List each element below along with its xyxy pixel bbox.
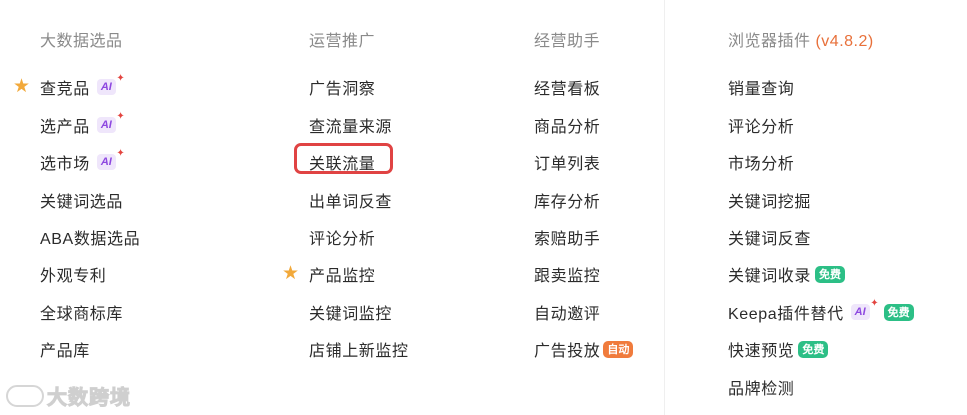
- menu-item-product-library[interactable]: 产品库: [40, 337, 90, 361]
- menu-item-label: 选产品: [40, 119, 90, 136]
- menu-item-claim-assistant[interactable]: 索赔助手: [534, 225, 600, 249]
- menu-item-design-patent[interactable]: 外观专利: [40, 262, 106, 286]
- menu-item-global-trademark[interactable]: 全球商标库: [40, 300, 123, 324]
- menu-item-keyword-indexing[interactable]: 关键词收录 免费: [728, 262, 846, 286]
- menu-item-label: 产品监控: [309, 268, 376, 285]
- free-badge: 免费: [883, 303, 914, 321]
- sparkle-icon: ✦: [116, 148, 125, 159]
- sparkle-icon: ✦: [116, 73, 125, 84]
- menu-item-label: 自动邀评: [534, 306, 601, 323]
- menu-item-label: 外观专利: [40, 268, 107, 285]
- star-icon: ★: [282, 263, 300, 284]
- menu-item-label: 全球商标库: [40, 306, 124, 323]
- column-heading: 经营助手: [534, 33, 601, 50]
- version-label: (v4.8.2): [815, 33, 874, 50]
- column-heading: 运营推广: [309, 33, 376, 50]
- menu-item-keyword-mining[interactable]: 关键词挖掘: [728, 188, 811, 212]
- menu-item-label: 快速预览: [728, 343, 795, 360]
- star-icon: ★: [13, 76, 31, 97]
- column-heading: 大数据选品: [40, 33, 123, 50]
- column-divider: [664, 0, 665, 415]
- menu-item-label: 经营看板: [534, 81, 601, 98]
- menu-item-order-keyword-lookup[interactable]: 出单词反查: [309, 188, 392, 212]
- menu-item-keyword-reverse-lookup[interactable]: 关键词反查: [728, 225, 811, 249]
- menu-item-label: 关键词挖掘: [728, 194, 812, 211]
- menu-item-select-product[interactable]: 选产品 AI ✦: [40, 111, 125, 137]
- menu-item-review-analysis[interactable]: 评论分析: [728, 113, 794, 137]
- menu-item-business-dashboard[interactable]: 经营看板: [534, 75, 600, 99]
- menu-item-sales-query[interactable]: 销量查询: [728, 75, 794, 99]
- ai-badge: AI ✦: [96, 73, 125, 95]
- free-badge: 免费: [798, 340, 829, 358]
- menu-item-inventory-analysis[interactable]: 库存分析: [534, 188, 600, 212]
- menu-item-keyword-selection[interactable]: 关键词选品: [40, 188, 123, 212]
- menu-item-label: 产品库: [40, 343, 90, 360]
- menu-item-auto-review-request[interactable]: 自动邀评: [534, 300, 600, 324]
- free-badge: 免费: [815, 265, 846, 283]
- menu-item-order-list[interactable]: 订单列表: [534, 150, 600, 174]
- menu-item-label: 广告洞察: [309, 81, 376, 98]
- menu-item-label: 查流量来源: [309, 119, 393, 136]
- menu-item-hijacker-monitor[interactable]: 跟卖监控: [534, 262, 600, 286]
- menu-item-label: 库存分析: [534, 194, 601, 211]
- menu-item-label: 广告投放: [534, 343, 601, 360]
- menu-item-label: 市场分析: [728, 156, 795, 173]
- menu-item-traffic-source[interactable]: 查流量来源: [309, 113, 392, 137]
- menu-item-label: 跟卖监控: [534, 268, 601, 285]
- highlight-box: [294, 143, 393, 174]
- menu-item-label: 评论分析: [309, 231, 376, 248]
- menu-item-label: 订单列表: [534, 156, 601, 173]
- menu-item-product-monitor[interactable]: ★ 产品监控: [282, 262, 376, 286]
- menu-item-related-traffic[interactable]: 关联流量: [294, 143, 393, 174]
- sparkle-icon: ✦: [870, 298, 879, 309]
- ai-badge: AI ✦: [96, 148, 125, 170]
- heading-text: 浏览器插件: [728, 33, 811, 50]
- menu-item-ad-insight[interactable]: 广告洞察: [309, 75, 375, 99]
- watermark: 大数跨境: [6, 381, 131, 410]
- menu-item-label: 销量查询: [728, 81, 795, 98]
- menu-item-label: 选市场: [40, 156, 90, 173]
- menu-item-store-new-listing-monitor[interactable]: 店铺上新监控: [309, 337, 409, 361]
- sparkle-icon: ✦: [116, 111, 125, 122]
- auto-badge: 自动: [603, 340, 634, 358]
- menu-item-aba-data-selection[interactable]: ABA数据选品: [40, 225, 140, 249]
- menu-item-review-analysis[interactable]: 评论分析: [309, 225, 375, 249]
- menu-item-competitor-check[interactable]: ★ 查竞品 AI ✦: [13, 73, 125, 99]
- menu-item-label: 评论分析: [728, 119, 795, 136]
- menu-item-label: 出单词反查: [309, 194, 393, 211]
- menu-item-label: 店铺上新监控: [309, 343, 409, 360]
- menu-item-label: 关键词反查: [728, 231, 812, 248]
- menu-item-label: ABA数据选品: [40, 231, 141, 248]
- menu-item-label: 商品分析: [534, 119, 601, 136]
- ai-badge: AI ✦: [850, 298, 879, 320]
- menu-item-ad-placement[interactable]: 广告投放 自动: [534, 337, 634, 361]
- menu-item-label: Keepa插件替代: [728, 306, 844, 323]
- menu-item-label: 查竞品: [40, 81, 90, 98]
- menu-item-label: 关键词收录: [728, 268, 812, 285]
- menu-item-label: 索赔助手: [534, 231, 601, 248]
- menu-item-label: 品牌检测: [728, 381, 795, 398]
- menu-item-label: 关键词监控: [309, 306, 393, 323]
- menu-item-keepa-alternative[interactable]: Keepa插件替代 AI ✦ 免费: [728, 298, 914, 324]
- watermark-logo-icon: [6, 384, 44, 407]
- watermark-text: 大数跨境: [47, 387, 131, 410]
- menu-item-brand-check[interactable]: 品牌检测: [728, 375, 794, 399]
- menu-item-select-market[interactable]: 选市场 AI ✦: [40, 148, 125, 174]
- menu-item-product-analysis[interactable]: 商品分析: [534, 113, 600, 137]
- menu-item-label: 关键词选品: [40, 194, 124, 211]
- menu-item-keyword-monitor[interactable]: 关键词监控: [309, 300, 392, 324]
- ai-badge: AI ✦: [96, 111, 125, 133]
- menu-item-quick-preview[interactable]: 快速预览 免费: [728, 337, 829, 361]
- column-heading: 浏览器插件 (v4.8.2): [728, 27, 874, 51]
- menu-item-market-analysis[interactable]: 市场分析: [728, 150, 794, 174]
